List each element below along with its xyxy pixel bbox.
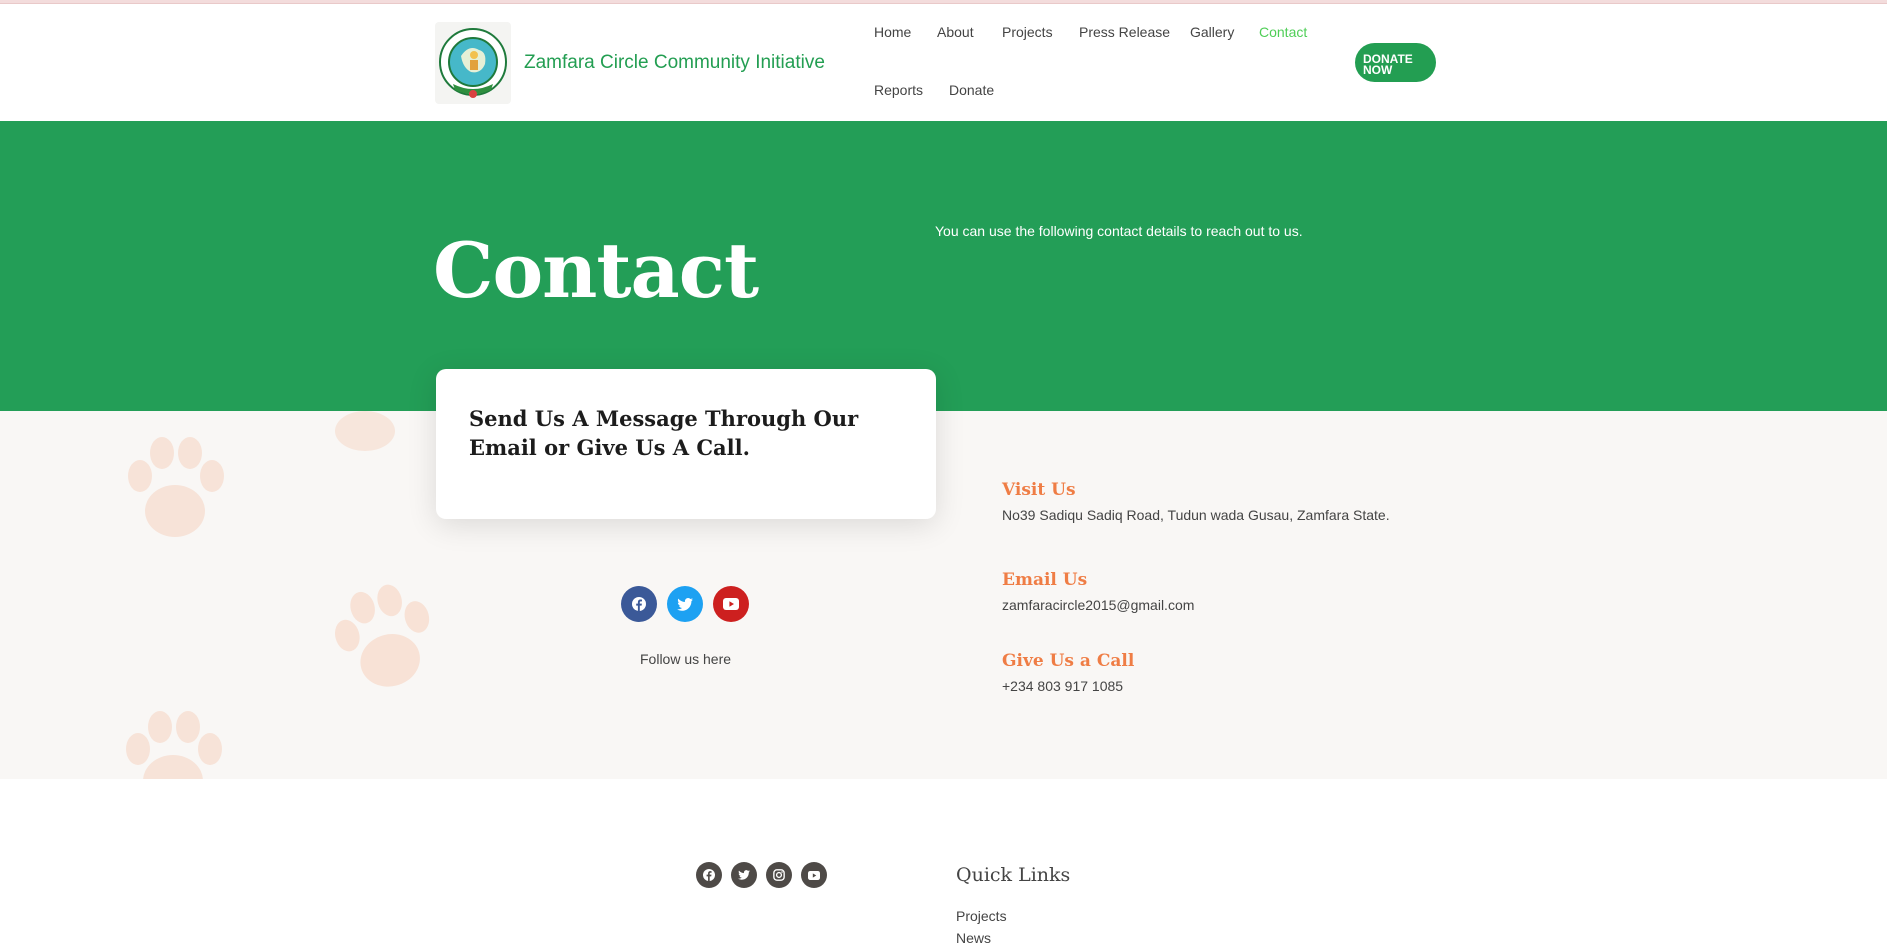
nav-about[interactable]: About	[937, 24, 974, 40]
nav-projects[interactable]: Projects	[1002, 24, 1053, 40]
paw-print-icon	[128, 437, 224, 537]
message-card: Send Us A Message Through Our Email or G…	[436, 369, 936, 519]
message-card-heading: Send Us A Message Through Our Email or G…	[469, 406, 859, 460]
phone-number[interactable]: +234 803 917 1085	[1002, 678, 1123, 694]
paw-print-icon	[126, 711, 222, 779]
footer-youtube-button[interactable]	[801, 862, 827, 888]
site-header: Zamfara Circle Community Initiative Home…	[0, 4, 1887, 121]
youtube-icon	[723, 598, 739, 610]
email-us-heading: Email Us	[1002, 570, 1088, 590]
quick-link-news[interactable]: News	[956, 930, 991, 946]
facebook-icon	[703, 869, 715, 881]
footer-facebook-button[interactable]	[696, 862, 722, 888]
facebook-button[interactable]	[621, 586, 657, 622]
site-title[interactable]: Zamfara Circle Community Initiative	[524, 52, 825, 74]
nav-reports[interactable]: Reports	[874, 82, 923, 98]
hero-description: You can use the following contact detail…	[935, 223, 1303, 239]
call-us-heading: Give Us a Call	[1002, 651, 1135, 671]
page-title: Contact	[433, 226, 759, 315]
paw-print-icon	[335, 411, 395, 451]
footer-twitter-button[interactable]	[731, 862, 757, 888]
twitter-icon	[677, 597, 693, 611]
site-logo[interactable]	[435, 22, 511, 104]
nav-gallery[interactable]: Gallery	[1190, 24, 1234, 40]
donate-now-button[interactable]: DONATE NOW	[1355, 43, 1436, 82]
email-address[interactable]: zamfaracircle2015@gmail.com	[1002, 597, 1194, 613]
contact-section	[0, 411, 1887, 779]
site-footer	[0, 779, 1887, 947]
nav-home[interactable]: Home	[874, 24, 911, 40]
donate-now-line2: NOW	[1363, 63, 1393, 77]
twitter-icon	[738, 870, 750, 880]
facebook-icon	[632, 597, 646, 611]
quick-links-title: Quick Links	[956, 864, 1071, 886]
instagram-icon	[773, 869, 785, 881]
youtube-button[interactable]	[713, 586, 749, 622]
quick-link-projects[interactable]: Projects	[956, 908, 1007, 924]
twitter-button[interactable]	[667, 586, 703, 622]
nav-donate[interactable]: Donate	[949, 82, 994, 98]
paw-print-icon	[335, 584, 430, 687]
follow-us-text: Follow us here	[640, 651, 732, 667]
address-text: No39 Sadiqu Sadiq Road, Tudun wada Gusau…	[1002, 507, 1390, 523]
visit-us-heading: Visit Us	[1002, 480, 1076, 500]
nav-press-release[interactable]: Press Release	[1079, 24, 1170, 40]
hero-banner: Contact You can use the following contac…	[0, 121, 1887, 411]
nav-contact[interactable]: Contact	[1259, 24, 1307, 40]
youtube-icon	[808, 870, 820, 880]
footer-instagram-button[interactable]	[766, 862, 792, 888]
